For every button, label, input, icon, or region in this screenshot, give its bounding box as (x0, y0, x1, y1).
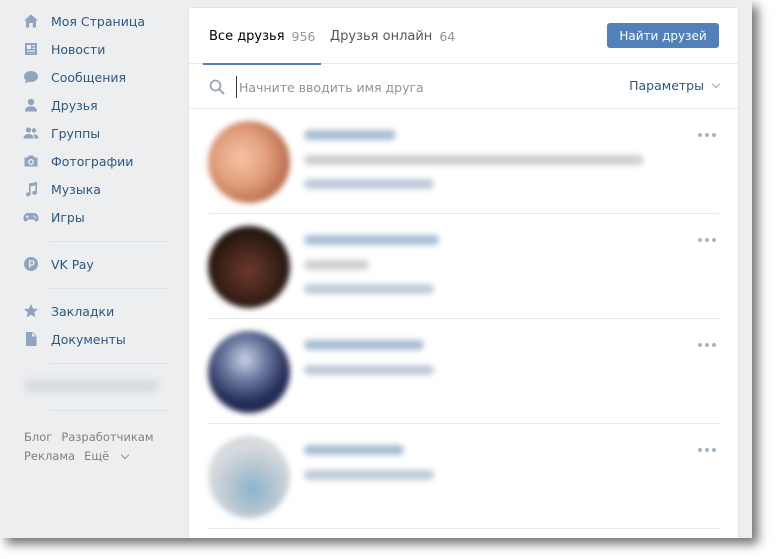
sidebar-item-games[interactable]: Игры (22, 203, 85, 231)
sidebar-item-label: Друзья (51, 97, 98, 113)
chevron-down-icon (711, 79, 721, 88)
friend-avatar[interactable] (208, 121, 290, 203)
sidebar-item-label: Музыка (51, 181, 101, 197)
friend-name-blurred[interactable] (304, 130, 396, 140)
sidebar-divider (50, 363, 168, 364)
friends-panel: Все друзья 956 Друзья онлайн 64 Найти др… (188, 7, 739, 538)
more-dot (705, 343, 709, 347)
more-dot (698, 238, 702, 242)
sidebar-item-my-page[interactable]: Моя Страница (22, 7, 145, 35)
tab-label: Друзья онлайн (330, 28, 433, 44)
document-icon (22, 330, 40, 348)
sidebar-item-label: Сообщения (51, 69, 127, 85)
tab-count: 956 (291, 28, 316, 44)
sidebar-item-news[interactable]: Новости (22, 35, 105, 63)
sidebar-item-vkpay[interactable]: VK Pay (22, 250, 94, 278)
more-dot (705, 448, 709, 452)
sidebar-item-messages[interactable]: Сообщения (22, 63, 126, 91)
search-params-dropdown[interactable]: Параметры (629, 78, 721, 93)
more-dot (698, 133, 702, 137)
friend-actions-button[interactable] (698, 238, 716, 242)
more-dot (705, 133, 709, 137)
more-dot (712, 448, 716, 452)
sidebar-item-photos[interactable]: Фотографии (22, 147, 133, 175)
blurred-sidebar-link[interactable] (24, 380, 159, 392)
groups-icon (22, 124, 40, 142)
sidebar-item-label: Закладки (51, 303, 115, 319)
sidebar-divider (50, 410, 168, 411)
vkpay-icon (22, 255, 40, 273)
search-icon (209, 79, 225, 95)
sidebar-item-music[interactable]: Музыка (22, 175, 101, 203)
write-message-link-blurred[interactable] (304, 284, 434, 294)
row-divider (209, 528, 719, 529)
chevron-down-icon (121, 450, 130, 460)
friend-row[interactable] (189, 109, 738, 214)
sidebar-item-label: Игры (51, 209, 85, 225)
left-sidebar: Моя Страница Новости Сообщения Друзья Гр (0, 0, 180, 538)
friend-avatar[interactable] (208, 436, 290, 518)
more-dot (705, 238, 709, 242)
more-dot (712, 133, 716, 137)
write-message-link-blurred[interactable] (304, 179, 434, 189)
friend-avatar[interactable] (208, 331, 290, 413)
sidebar-item-groups[interactable]: Группы (22, 119, 100, 147)
friend-search-input[interactable] (236, 76, 616, 98)
footer-link-more-label: Ещё (84, 449, 110, 463)
footer-link-developers[interactable]: Разработчикам (61, 430, 153, 444)
footer-link-ads[interactable]: Реклама (24, 449, 75, 463)
more-dot (712, 238, 716, 242)
gamepad-icon (22, 208, 40, 226)
more-dot (712, 343, 716, 347)
write-message-link-blurred[interactable] (304, 470, 434, 480)
sidebar-divider (50, 241, 168, 242)
find-friends-button[interactable]: Найти друзей (607, 23, 719, 48)
friends-tabs: Все друзья 956 Друзья онлайн 64 Найти др… (189, 8, 738, 65)
sidebar-divider (50, 288, 168, 289)
sidebar-item-label: Фотографии (51, 153, 134, 169)
news-icon (22, 40, 40, 58)
sidebar-item-label: Новости (51, 41, 106, 57)
sidebar-item-label: Моя Страница (51, 13, 145, 29)
home-icon (22, 12, 40, 30)
write-message-link-blurred[interactable] (304, 365, 434, 375)
friend-actions-button[interactable] (698, 448, 716, 452)
sidebar-item-documents[interactable]: Документы (22, 325, 126, 353)
tab-all-friends[interactable]: Все друзья 956 (202, 8, 322, 65)
friend-row[interactable] (189, 319, 738, 424)
friend-name-blurred[interactable] (304, 340, 424, 350)
footer-link-blog[interactable]: Блог (24, 430, 52, 444)
friend-name-blurred[interactable] (304, 235, 439, 245)
camera-icon (22, 152, 40, 170)
more-dot (698, 448, 702, 452)
screenshot-frame: Моя Страница Новости Сообщения Друзья Гр (0, 0, 752, 538)
sidebar-item-label: Группы (51, 125, 101, 141)
sidebar-item-label: Документы (51, 331, 126, 347)
sidebar-item-bookmarks[interactable]: Закладки (22, 297, 114, 325)
friends-icon (22, 96, 40, 114)
messages-icon (22, 68, 40, 86)
friend-actions-button[interactable] (698, 133, 716, 137)
tab-label: Все друзья (209, 28, 285, 44)
more-dot (698, 343, 702, 347)
sidebar-footer: Блог Разработчикам Реклама Ещё (24, 428, 174, 466)
friend-avatar[interactable] (208, 226, 290, 308)
friend-actions-button[interactable] (698, 343, 716, 347)
friend-row[interactable] (189, 214, 738, 319)
friend-info-blurred (304, 155, 644, 165)
sidebar-item-friends[interactable]: Друзья (22, 91, 98, 119)
friend-name-blurred[interactable] (304, 445, 404, 455)
footer-link-more[interactable]: Ещё (84, 449, 130, 463)
params-label: Параметры (629, 78, 704, 93)
friend-search-bar: Параметры (189, 64, 738, 109)
music-note-icon (22, 180, 40, 198)
tab-count: 64 (439, 28, 456, 44)
friend-info-blurred (304, 260, 369, 270)
tab-friends-online[interactable]: Друзья онлайн 64 (330, 8, 455, 64)
sidebar-item-label: VK Pay (51, 256, 94, 272)
star-icon (22, 302, 40, 320)
friend-row[interactable] (189, 424, 738, 529)
